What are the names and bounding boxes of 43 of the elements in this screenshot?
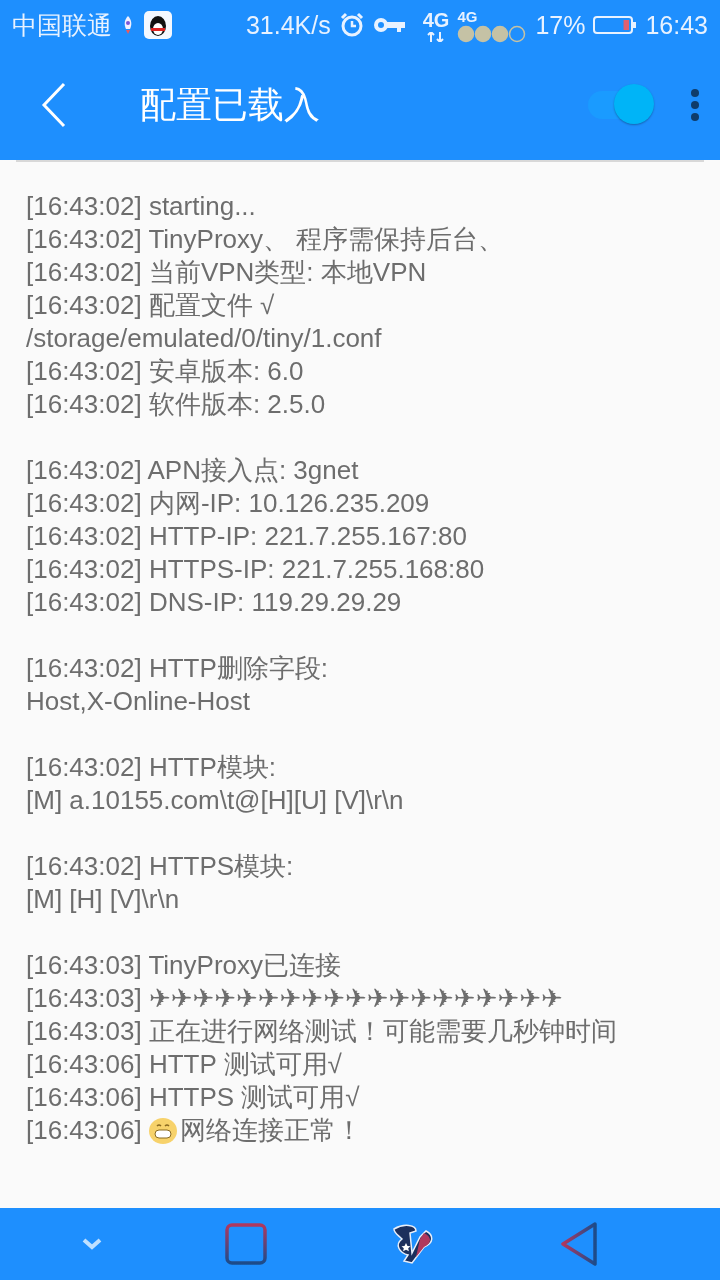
key-icon xyxy=(372,15,405,35)
log-line: [16:43:03] 正在进行网络测试！可能需要几秒钟时间 xyxy=(26,1015,618,1048)
log-line: [M] a.10155.com\t@[H][U] [V]\r\n xyxy=(26,784,405,817)
alarm-icon xyxy=(338,12,365,38)
log-line: [16:43:06] HTTPS 测试可用√ xyxy=(26,1081,361,1114)
square-icon[interactable] xyxy=(224,1223,267,1265)
grin-emoji-icon xyxy=(147,1116,178,1145)
back-triangle-icon[interactable] xyxy=(558,1222,599,1266)
log-line: [16:43:02] DNS-IP: 119.29.29.29 xyxy=(26,586,403,619)
log-line: [16:43:02] HTTP删除字段: xyxy=(26,652,329,685)
log-line: [16:43:02] 内网-IP: 10.126.235.209 xyxy=(26,487,431,520)
log-line: Host,X-Online-Host xyxy=(26,685,251,718)
log-line: [16:43:06] HTTP 测试可用√ xyxy=(26,1048,343,1081)
log-line: [16:43:02] HTTPS-IP: 221.7.255.168:80 xyxy=(26,553,486,586)
clock-time: 16:43 xyxy=(645,10,708,40)
battery-percent: 17% xyxy=(535,10,586,40)
log-line: [M] [H] [V]\r\n xyxy=(26,883,181,916)
log-line: [16:43:02] 当前VPN类型: 本地VPN xyxy=(26,256,428,289)
log-line: [16:43:03] TinyProxy已连接 xyxy=(26,949,343,982)
log-line: [16:43:02] starting... xyxy=(26,190,257,223)
data-arrows-icon xyxy=(427,31,446,42)
log-line: [16:43:02] TinyProxy、 程序需保持后台、 xyxy=(26,223,506,256)
log-line: [16:43:02] HTTP模块: xyxy=(26,751,277,784)
network-type: 4G xyxy=(422,8,450,32)
page-title: 配置已载入 xyxy=(140,82,321,127)
log-line: 网络连接正常！ xyxy=(179,1114,362,1147)
battery-icon xyxy=(593,15,638,35)
network-speed: 31.4K/s xyxy=(245,10,331,40)
more-menu-icon[interactable] xyxy=(690,88,700,122)
network-type: 4G xyxy=(457,7,479,25)
carrier-name: 中国联通 xyxy=(12,9,112,41)
log-line: /storage/emulated/0/tiny/1.conf xyxy=(26,322,383,355)
log-line: [16:43:03] ✈✈✈✈✈✈✈✈✈✈✈✈✈✈✈✈✈✈✈ xyxy=(26,982,564,1015)
signal-icon xyxy=(457,24,528,43)
chevron-down-icon[interactable] xyxy=(81,1238,102,1250)
log-line: [16:43:02] 配置文件 √ xyxy=(26,289,276,322)
log-line: [16:43:02] HTTPS模块: xyxy=(26,850,295,883)
log-line: [16:43:02] APN接入点: 3gnet xyxy=(26,454,360,487)
log-line: [16:43:02] HTTP-IP: 221.7.255.167:80 xyxy=(26,520,468,553)
log-line: [16:43:02] 软件版本: 2.5.0 xyxy=(26,388,327,421)
log-line: [16:43:06] xyxy=(26,1114,142,1147)
log-line: [16:43:02] 安卓版本: 6.0 xyxy=(26,355,305,388)
penguin-icon xyxy=(144,11,172,39)
